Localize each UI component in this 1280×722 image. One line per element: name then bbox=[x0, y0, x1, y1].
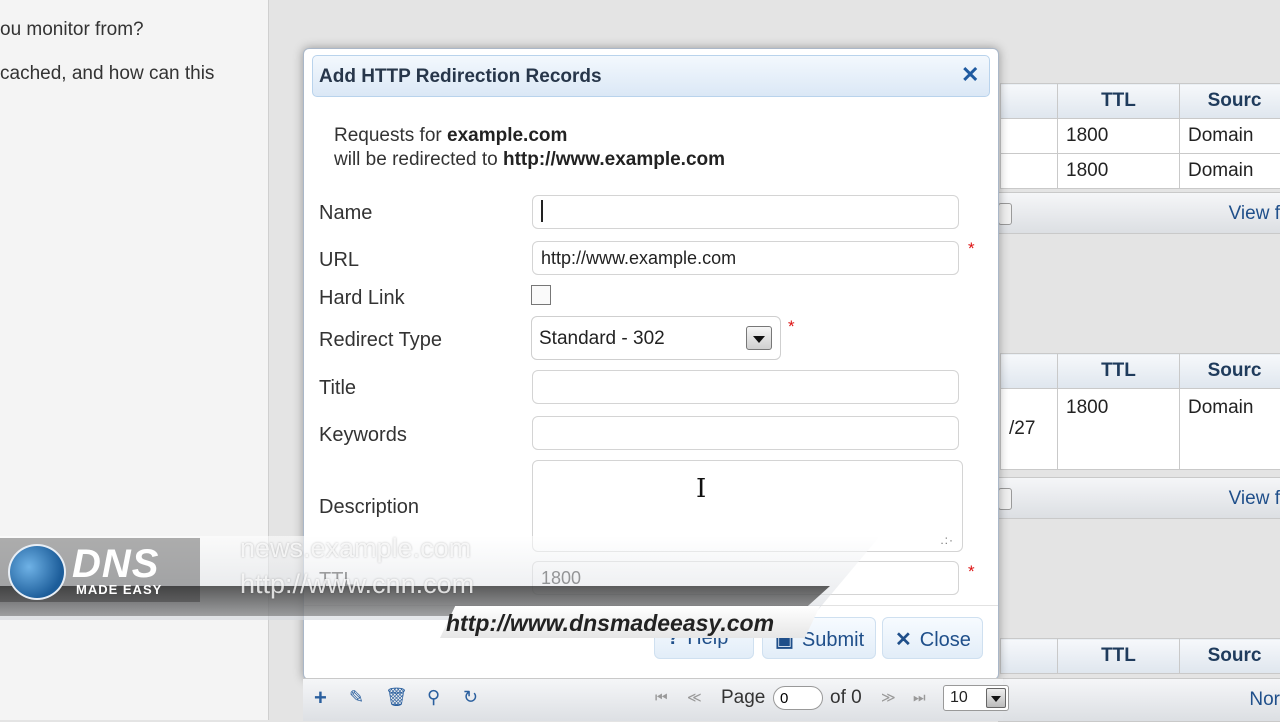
ttl-field[interactable] bbox=[532, 561, 959, 595]
table-cell: 1800 bbox=[1058, 389, 1180, 470]
search-icon[interactable]: ⚲ bbox=[427, 687, 440, 708]
col-header-source[interactable]: Sourc bbox=[1180, 639, 1280, 674]
last-page-icon[interactable]: ⏭ bbox=[913, 689, 926, 706]
add-icon[interactable]: + bbox=[314, 685, 327, 711]
close-x-icon[interactable]: ✕ bbox=[961, 62, 979, 88]
info-line-1: Requests for example.com bbox=[334, 125, 567, 147]
url-label: URL bbox=[319, 249, 359, 272]
redirect-type-select[interactable]: Standard - 302 bbox=[531, 316, 781, 360]
refresh-icon[interactable]: ↻ bbox=[463, 687, 478, 708]
text-caret bbox=[541, 200, 543, 222]
rows-select-stub[interactable] bbox=[998, 203, 1012, 225]
dropdown-arrow-icon[interactable] bbox=[746, 326, 772, 350]
table-cell: Domain bbox=[1180, 119, 1280, 154]
prev-page-icon[interactable]: ≪ bbox=[687, 689, 702, 706]
view-records-link[interactable]: View f bbox=[1229, 203, 1280, 225]
ttl-label: TTL bbox=[319, 569, 355, 592]
rows-per-page-select[interactable]: 10 bbox=[943, 685, 1009, 711]
info-text: will be redirected to bbox=[334, 149, 503, 170]
dialog-title: Add HTTP Redirection Records bbox=[319, 66, 602, 88]
keywords-field[interactable] bbox=[532, 416, 959, 450]
col-header-source[interactable]: Sourc bbox=[1180, 84, 1280, 119]
resize-grip-icon[interactable]: .:· bbox=[940, 533, 954, 547]
redirect-type-label: Redirect Type bbox=[319, 329, 442, 352]
help-button[interactable]: ? Help bbox=[654, 617, 754, 659]
close-button[interactable]: ✕ Close bbox=[882, 617, 983, 659]
faq-text-line: cached, and how can this bbox=[0, 63, 214, 85]
records-table: TTLSourc bbox=[1000, 638, 1280, 674]
description-label: Description bbox=[319, 496, 419, 519]
info-text: Requests for bbox=[334, 125, 447, 146]
left-panel: ou monitor from? cached, and how can thi… bbox=[0, 0, 269, 720]
table-cell: /27 bbox=[1001, 389, 1058, 470]
view-records-link[interactable]: View f bbox=[1229, 488, 1280, 510]
page-count-text: of 0 bbox=[830, 687, 862, 709]
table-cell: 1800 bbox=[1058, 119, 1180, 154]
close-icon: ✕ bbox=[895, 629, 912, 651]
page-number-input[interactable] bbox=[773, 686, 823, 710]
required-marker: * bbox=[968, 562, 975, 582]
info-domain: example.com bbox=[447, 125, 567, 146]
required-marker: * bbox=[788, 317, 795, 337]
name-label: Name bbox=[319, 202, 372, 225]
dialog-header: Add HTTP Redirection Records ✕ bbox=[312, 55, 990, 97]
page-label: Page bbox=[721, 687, 765, 709]
delete-icon[interactable]: 🗑 bbox=[385, 687, 408, 708]
close-label: Close bbox=[920, 629, 971, 651]
hard-link-checkbox[interactable] bbox=[531, 285, 551, 305]
records-table: TTLSourc 1800Domain 1800Domain bbox=[1000, 83, 1280, 189]
table-toolbar: View f bbox=[998, 477, 1280, 519]
info-target: http://www.example.com bbox=[503, 149, 725, 170]
first-page-icon[interactable]: ⏮ bbox=[655, 689, 668, 706]
edit-icon[interactable]: ✎ bbox=[349, 687, 364, 708]
keywords-label: Keywords bbox=[319, 424, 407, 447]
hard-link-label: Hard Link bbox=[319, 287, 405, 310]
rows-per-page-value: 10 bbox=[950, 689, 968, 707]
records-count-text: Nor bbox=[1249, 689, 1280, 711]
description-textarea[interactable]: .:· bbox=[532, 460, 963, 552]
table-cell: Domain bbox=[1180, 154, 1280, 189]
text-cursor-icon: I bbox=[696, 474, 706, 504]
help-icon: ? bbox=[667, 627, 679, 649]
title-field[interactable] bbox=[532, 370, 959, 404]
help-label: Help bbox=[687, 627, 728, 649]
title-label: Title bbox=[319, 377, 356, 400]
name-field[interactable] bbox=[532, 195, 959, 229]
table-cell: Domain bbox=[1180, 389, 1280, 470]
table-toolbar: View f bbox=[998, 192, 1280, 234]
url-field[interactable] bbox=[532, 241, 959, 275]
table-cell: 1800 bbox=[1058, 154, 1180, 189]
submit-label: Submit bbox=[802, 629, 864, 651]
col-header-ttl[interactable]: TTL bbox=[1058, 84, 1180, 119]
rows-select-stub[interactable] bbox=[998, 488, 1012, 510]
dialog-divider bbox=[304, 605, 998, 606]
table-toolbar: Nor bbox=[998, 678, 1280, 722]
records-table: TTLSourc /271800Domain bbox=[1000, 353, 1280, 470]
col-header-ttl[interactable]: TTL bbox=[1058, 354, 1180, 389]
info-line-2: will be redirected to http://www.example… bbox=[334, 149, 725, 171]
save-icon: ▣ bbox=[775, 629, 794, 651]
next-page-icon[interactable]: ≫ bbox=[881, 689, 896, 706]
redirect-type-value: Standard - 302 bbox=[539, 328, 665, 350]
submit-button[interactable]: ▣ Submit bbox=[762, 617, 876, 659]
grid-pager: + ✎ 🗑 ⚲ ↻ ⏮ ≪ Page of 0 ≫ ⏭ 10 bbox=[303, 678, 1003, 721]
dropdown-arrow-icon[interactable] bbox=[986, 688, 1006, 708]
faq-text-line: ou monitor from? bbox=[0, 19, 144, 41]
required-marker: * bbox=[968, 239, 975, 259]
col-header-source[interactable]: Sourc bbox=[1180, 354, 1280, 389]
col-header-ttl[interactable]: TTL bbox=[1058, 639, 1180, 674]
add-redirection-dialog: Add HTTP Redirection Records ✕ Requests … bbox=[303, 48, 999, 680]
